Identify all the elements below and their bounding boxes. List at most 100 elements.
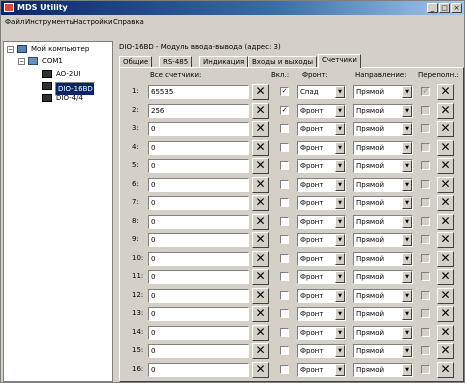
- edge-select[interactable]: Фронт ▼: [297, 214, 346, 229]
- enabled-checkbox[interactable]: [280, 179, 289, 189]
- edge-select[interactable]: Фронт ▼: [297, 140, 346, 155]
- device-tree[interactable]: − Мой компьютер − COM1 AO-2UI DIO-16BD D…: [3, 41, 113, 382]
- enabled-checkbox[interactable]: [280, 216, 289, 226]
- clear-overflow-button[interactable]: ✕: [437, 176, 454, 193]
- dropdown-arrow-icon[interactable]: ▼: [402, 363, 412, 376]
- enabled-checkbox[interactable]: [280, 142, 289, 152]
- edge-select[interactable]: Спад ▼: [297, 85, 346, 99]
- direction-select[interactable]: Прямой ▼: [353, 233, 413, 247]
- clear-overflow-button[interactable]: ✕: [437, 269, 454, 285]
- counter-value-field[interactable]: 0: [148, 251, 249, 266]
- direction-select[interactable]: Прямой ▼: [353, 251, 413, 266]
- tab-counters[interactable]: Счетчики: [318, 54, 361, 68]
- clear-overflow-button[interactable]: ✕: [437, 250, 454, 267]
- tab-inputs-outputs[interactable]: Входы и выходы: [248, 56, 318, 67]
- clear-counter-button[interactable]: ✕: [252, 287, 269, 304]
- direction-select[interactable]: Прямой ▼: [353, 177, 413, 192]
- direction-select[interactable]: Прямой ▼: [353, 214, 413, 229]
- edge-select[interactable]: Фронт ▼: [297, 177, 346, 192]
- direction-select[interactable]: Прямой ▼: [353, 140, 413, 155]
- dropdown-arrow-icon[interactable]: ▼: [402, 252, 412, 265]
- enabled-checkbox[interactable]: [280, 290, 289, 300]
- clear-counter-button[interactable]: ✕: [252, 269, 269, 285]
- clear-overflow-button[interactable]: ✕: [437, 213, 454, 230]
- clear-counter-button[interactable]: ✕: [252, 121, 269, 137]
- enabled-checkbox[interactable]: [280, 124, 289, 133]
- clear-counter-button[interactable]: ✕: [252, 84, 269, 100]
- direction-select[interactable]: Прямой ▼: [353, 325, 413, 340]
- clear-counter-button[interactable]: ✕: [252, 213, 269, 230]
- clear-counter-button[interactable]: ✕: [252, 306, 269, 322]
- counter-value-field[interactable]: 0: [148, 362, 249, 377]
- dropdown-arrow-icon[interactable]: ▼: [402, 308, 412, 320]
- direction-select[interactable]: Прямой ▼: [353, 288, 413, 303]
- counter-value-field[interactable]: 0: [148, 288, 249, 303]
- maximize-button[interactable]: □: [439, 3, 450, 13]
- clear-overflow-button[interactable]: ✕: [437, 84, 454, 100]
- clear-overflow-button[interactable]: ✕: [437, 102, 454, 119]
- counter-value-field[interactable]: 0: [148, 159, 249, 173]
- edge-select[interactable]: Фронт ▼: [297, 325, 346, 340]
- counter-value-field[interactable]: 0: [148, 122, 249, 136]
- edge-select[interactable]: Фронт ▼: [297, 103, 346, 118]
- dropdown-arrow-icon[interactable]: ▼: [335, 141, 345, 154]
- edge-select[interactable]: Фронт ▼: [297, 122, 346, 136]
- direction-select[interactable]: Прямой ▼: [353, 103, 413, 118]
- dropdown-arrow-icon[interactable]: ▼: [402, 215, 412, 228]
- dropdown-arrow-icon[interactable]: ▼: [335, 234, 345, 246]
- clear-counter-button[interactable]: ✕: [252, 250, 269, 267]
- clear-overflow-button[interactable]: ✕: [437, 287, 454, 304]
- collapse-icon[interactable]: −: [7, 46, 14, 53]
- enabled-checkbox[interactable]: [280, 309, 289, 318]
- clear-overflow-button[interactable]: ✕: [437, 195, 454, 211]
- counter-value-field[interactable]: 0: [148, 196, 249, 210]
- dropdown-arrow-icon[interactable]: ▼: [335, 160, 345, 172]
- direction-select[interactable]: Прямой ▼: [353, 362, 413, 377]
- edge-select[interactable]: Фронт ▼: [297, 270, 346, 284]
- direction-select[interactable]: Прямой ▼: [353, 196, 413, 210]
- clear-counter-button[interactable]: ✕: [252, 176, 269, 193]
- dropdown-arrow-icon[interactable]: ▼: [402, 289, 412, 302]
- edge-select[interactable]: Фронт ▼: [297, 251, 346, 266]
- title-bar[interactable]: MDS Utility _ □ ×: [1, 1, 464, 15]
- dropdown-arrow-icon[interactable]: ▼: [402, 234, 412, 246]
- dropdown-arrow-icon[interactable]: ▼: [402, 178, 412, 191]
- dropdown-arrow-icon[interactable]: ▼: [402, 271, 412, 283]
- clear-overflow-button[interactable]: ✕: [437, 232, 454, 248]
- counter-value-field[interactable]: 0: [148, 325, 249, 340]
- tab-indication[interactable]: Индикация: [199, 56, 249, 67]
- enabled-checkbox[interactable]: [280, 235, 289, 244]
- tab-rs485[interactable]: RS-485: [159, 56, 193, 67]
- dropdown-arrow-icon[interactable]: ▼: [402, 141, 412, 154]
- direction-select[interactable]: Прямой ▼: [353, 344, 413, 358]
- direction-select[interactable]: Прямой ▼: [353, 307, 413, 321]
- collapse-icon[interactable]: −: [18, 58, 25, 65]
- enabled-checkbox[interactable]: [280, 364, 289, 374]
- enabled-checkbox[interactable]: [280, 198, 289, 207]
- dropdown-arrow-icon[interactable]: ▼: [335, 252, 345, 265]
- counter-value-field[interactable]: 0: [148, 307, 249, 321]
- edge-select[interactable]: Фронт ▼: [297, 233, 346, 247]
- clear-overflow-button[interactable]: ✕: [437, 343, 454, 359]
- counter-value-field[interactable]: 0: [148, 214, 249, 229]
- clear-counter-button[interactable]: ✕: [252, 158, 269, 174]
- counter-value-field[interactable]: 0: [148, 140, 249, 155]
- menu-help[interactable]: Справка: [113, 17, 144, 28]
- clear-overflow-button[interactable]: ✕: [437, 306, 454, 322]
- enabled-checkbox[interactable]: [280, 161, 289, 170]
- direction-select[interactable]: Прямой ▼: [353, 270, 413, 284]
- edge-select[interactable]: Фронт ▼: [297, 344, 346, 358]
- clear-overflow-button[interactable]: ✕: [437, 361, 454, 378]
- dropdown-arrow-icon[interactable]: ▼: [402, 345, 412, 357]
- dropdown-arrow-icon[interactable]: ▼: [402, 197, 412, 209]
- clear-overflow-button[interactable]: ✕: [437, 324, 454, 341]
- enabled-checkbox[interactable]: [280, 327, 289, 337]
- edge-select[interactable]: Фронт ▼: [297, 196, 346, 210]
- enabled-checkbox[interactable]: [280, 346, 289, 355]
- dropdown-arrow-icon[interactable]: ▼: [335, 104, 345, 117]
- edge-select[interactable]: Фронт ▼: [297, 362, 346, 377]
- clear-overflow-button[interactable]: ✕: [437, 158, 454, 174]
- dropdown-arrow-icon[interactable]: ▼: [335, 363, 345, 376]
- tab-general[interactable]: Общие: [119, 56, 153, 67]
- menu-settings[interactable]: Настройки: [73, 17, 113, 28]
